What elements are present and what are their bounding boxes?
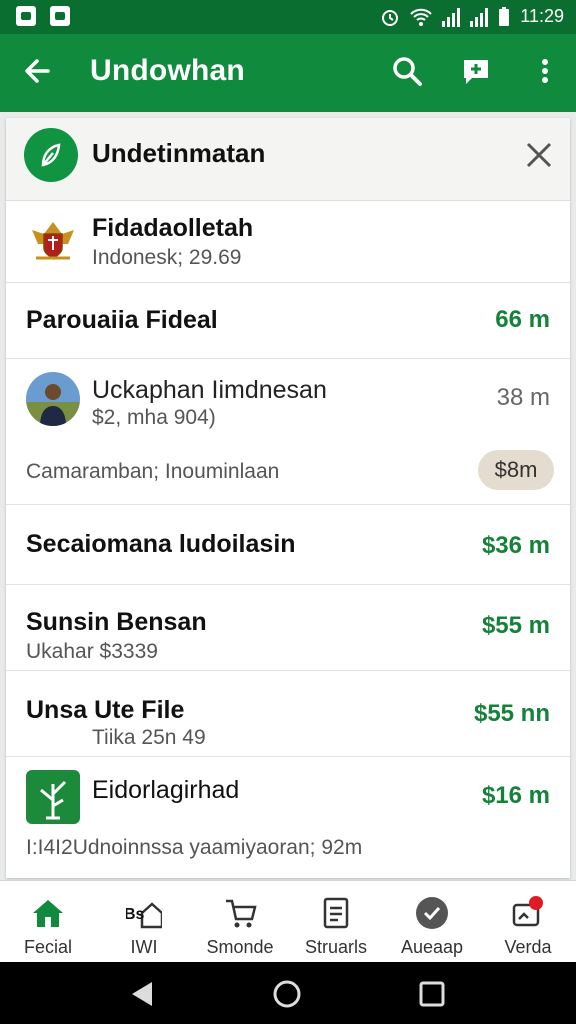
nav-item-cart[interactable]: Smonde <box>192 881 288 963</box>
nav-item-bs[interactable]: Bs IWI <box>96 881 192 963</box>
item-subtitle: Tiika 25n 49 <box>92 726 206 749</box>
item-name: Uckaphan Iimdnesan <box>92 376 327 404</box>
item-amount: 66 m <box>495 306 550 333</box>
bs-home-icon: Bs <box>126 902 162 929</box>
item-name: Parouaiia Fideal <box>26 306 218 334</box>
item-amount: $16 m <box>481 782 550 809</box>
item-name: Eidorlagirhad <box>92 776 240 804</box>
item-amount: $55 m <box>481 612 550 639</box>
status-time: 11:29 <box>520 6 564 26</box>
nav-label: Smonde <box>206 937 274 957</box>
app-bar-title: Undowhan <box>90 54 245 87</box>
nav-item-documents[interactable]: Struarls <box>288 881 384 963</box>
item-name: Unsa Ute File <box>26 696 185 724</box>
nav-label: Verda <box>504 937 552 957</box>
alarm-icon <box>382 9 399 26</box>
close-icon[interactable] <box>524 140 554 170</box>
leaf-logo-icon <box>24 128 78 182</box>
home-icon <box>33 900 63 927</box>
battery-icon <box>499 6 510 26</box>
nav-label: Aueaap <box>400 937 464 957</box>
cart-icon <box>226 899 257 928</box>
back-arrow-icon[interactable] <box>20 54 54 88</box>
status-bar: 11:29 <box>0 0 576 34</box>
notification-photo-icon <box>50 6 70 26</box>
recents-square-icon[interactable] <box>418 980 446 1008</box>
avatar <box>26 372 80 426</box>
item-subtitle: Indonesk; 29.69 <box>92 246 242 269</box>
coat-of-arms-icon <box>32 222 74 260</box>
document-icon <box>323 897 349 929</box>
nav-item-notifications[interactable]: Verda <box>480 881 576 963</box>
list-item[interactable]: Fidadaolletah Indonesk; 29.69 <box>6 200 570 283</box>
item-subtitle: Camaramban; Inouminlaan <box>26 460 280 483</box>
item-amount: 38 m <box>496 384 550 411</box>
nav-label: IWI <box>130 937 158 957</box>
item-subtitle: $2, mha 904) <box>92 406 216 429</box>
plant-app-icon <box>26 770 80 824</box>
home-circle-icon[interactable] <box>272 979 302 1009</box>
item-subtitle: Ukahar $3339 <box>26 640 158 663</box>
nav-item-home[interactable]: Fecial <box>0 881 96 963</box>
item-subtitle: I:I4I2Udnoinnssa yaamiyaoran; 92m <box>26 836 363 859</box>
check-circle-icon <box>416 897 448 929</box>
bottom-navigation: Fecial Bs IWI Smonde Struarls Aueaap Ver… <box>0 880 576 963</box>
back-triangle-icon[interactable] <box>128 980 156 1008</box>
nav-label: Fecial <box>23 937 72 957</box>
signal-icon-2 <box>470 7 489 27</box>
item-amount: $36 m <box>481 532 550 559</box>
list-item[interactable]: Parouaiia Fideal 66 m <box>6 282 570 359</box>
signal-icon <box>442 7 461 27</box>
item-name: Sunsin Bensan <box>26 608 207 636</box>
search-icon[interactable] <box>390 54 424 88</box>
card-title: Undetinmatan <box>92 138 266 168</box>
notification-image-icon <box>16 6 36 26</box>
transaction-card: Undetinmatan Fidadaolletah Indonesk; 29.… <box>6 118 570 878</box>
nav-label: Struarls <box>304 937 367 957</box>
list-item[interactable]: Eidorlagirhad $16 m I:I4I2Udnoinnssa yaa… <box>6 756 570 876</box>
list-item[interactable]: Unsa Ute File Tiika 25n 49 $55 nn <box>6 670 570 757</box>
amount-badge: $8m <box>478 450 554 490</box>
item-name: Fidadaolletah <box>92 214 254 242</box>
item-name: Secaiomana ludoilasin <box>26 530 296 558</box>
nav-item-check[interactable]: Aueaap <box>384 881 480 963</box>
card-header: Undetinmatan <box>6 118 570 201</box>
add-chat-icon[interactable] <box>460 54 494 88</box>
app-bar: Undowhan <box>0 34 576 112</box>
notification-icon <box>512 896 543 927</box>
wifi-icon <box>410 8 432 26</box>
list-item[interactable]: Sunsin Bensan Ukahar $3339 $55 m <box>6 584 570 671</box>
system-navigation-bar <box>0 962 576 1024</box>
nav-icon-text: Bs <box>126 906 145 923</box>
list-item[interactable]: Uckaphan Iimdnesan $2, mha 904) 38 m Cam… <box>6 358 570 505</box>
item-amount: $55 nn <box>473 700 550 727</box>
more-options-icon[interactable] <box>528 54 562 88</box>
list-item[interactable]: Secaiomana ludoilasin $36 m <box>6 504 570 585</box>
